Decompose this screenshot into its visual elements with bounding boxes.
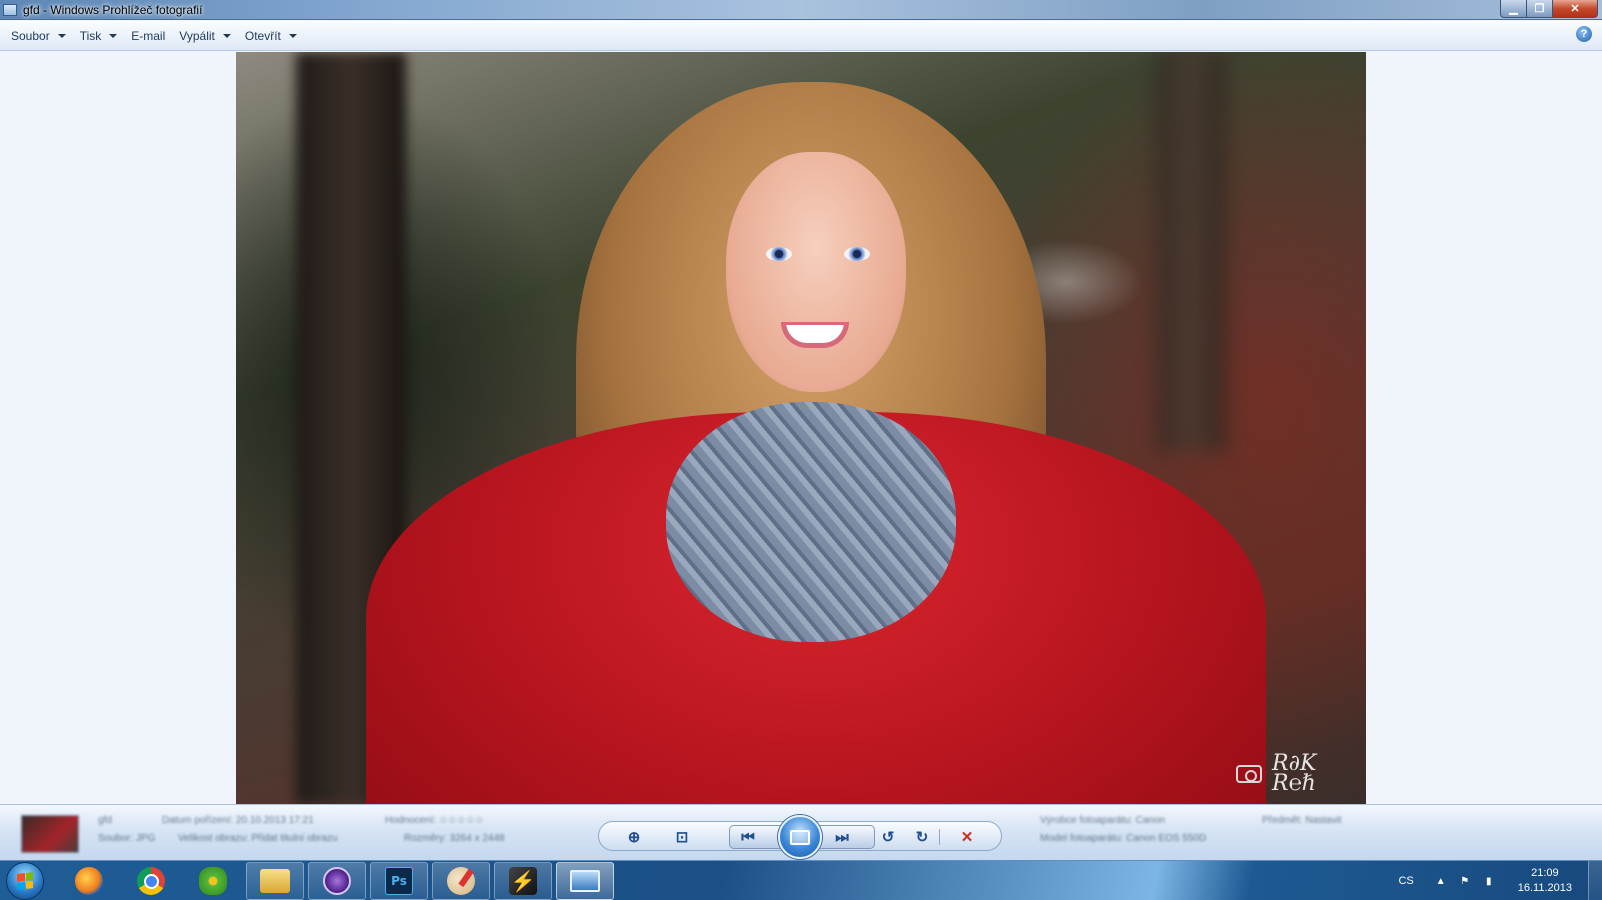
menu-tisk[interactable]: Tisk — [73, 25, 125, 47]
clock[interactable]: 21:09 16.11.2013 — [1518, 866, 1572, 896]
next-icon: ⏭ — [835, 828, 849, 846]
clock-time: 21:09 — [1531, 867, 1559, 879]
chevron-down-icon — [109, 33, 118, 38]
show-hidden-icons-icon[interactable]: ▲ — [1434, 874, 1448, 888]
meta-camera-model: Model fotoaparátu: Canon EOS 550D — [1040, 833, 1207, 844]
meta-camera-maker: Výrobce fotoaparátu: Canon — [1040, 815, 1166, 826]
chevron-down-icon — [288, 33, 297, 38]
minimize-button[interactable]: ▁ — [1500, 0, 1526, 18]
language-indicator[interactable]: CS — [1398, 875, 1413, 887]
close-button[interactable]: ✕ — [1552, 0, 1598, 18]
photo-canvas[interactable]: R∂K R℮ℏ — [0, 52, 1602, 804]
chevron-down-icon — [57, 33, 66, 38]
delete-button[interactable]: ✕ — [956, 826, 978, 848]
photo-eye-left — [766, 247, 792, 261]
menu-email-label: E-mail — [131, 28, 166, 43]
show-desktop-button[interactable] — [1588, 861, 1602, 900]
fit-window-icon: ⊡ — [675, 829, 689, 846]
paint-icon — [447, 867, 475, 895]
controls-divider — [939, 829, 940, 845]
delete-icon: ✕ — [960, 829, 974, 846]
rotate-right-icon: ↻ — [915, 829, 929, 846]
photo-face — [726, 152, 906, 392]
start-button[interactable] — [6, 862, 44, 900]
taskbar-chrome[interactable] — [122, 862, 180, 900]
photo-watermark: R∂K R℮ℏ — [1236, 751, 1352, 796]
taskbar-winamp[interactable]: ⚡ — [494, 862, 552, 900]
photo-thumbnail[interactable] — [21, 815, 79, 853]
rotate-left-button[interactable]: ↺ — [877, 826, 899, 848]
meta-date: Datum pořízení: 20.10.2013 17:21 — [162, 815, 314, 826]
system-tray: CS ▲ ⚑ ▮ 21:09 16.11.2013 — [1398, 861, 1602, 900]
maximize-button[interactable]: ❐ — [1526, 0, 1552, 18]
title-bar: gfd - Windows Prohlížeč fotografií ▁ ❐ ✕ — [0, 0, 1602, 20]
taskbar-photoshop[interactable]: Ps — [370, 862, 428, 900]
zoom-button[interactable]: ⊕ — [623, 826, 645, 848]
previous-button[interactable]: ⏮ — [737, 826, 759, 848]
meta-rating: Hodnocení: ☆☆☆☆☆ — [385, 815, 484, 826]
help-icon[interactable]: ? — [1576, 26, 1592, 42]
taskbar-explorer[interactable] — [246, 862, 304, 900]
previous-icon: ⏮ — [741, 828, 755, 846]
actual-size-button[interactable]: ⊡ — [671, 826, 693, 848]
slideshow-button[interactable] — [778, 815, 822, 859]
camera-icon — [1236, 765, 1262, 783]
slideshow-icon — [790, 829, 810, 845]
meta-dimensions: Rozměry: 3264 x 2448 — [404, 833, 505, 844]
winamp-icon: ⚡ — [509, 867, 537, 895]
folder-icon — [260, 869, 290, 893]
icq-icon — [199, 867, 227, 895]
pandion-icon — [323, 867, 351, 895]
photoshop-icon: Ps — [385, 867, 413, 895]
info-bar: gfd Datum pořízení: 20.10.2013 17:21 Hod… — [0, 804, 1602, 860]
taskbar: Ps ⚡ CS ▲ ⚑ ▮ 21:09 16.11.2013 — [0, 860, 1602, 900]
action-center-flag-icon[interactable]: ⚑ — [1458, 874, 1472, 888]
firefox-icon — [75, 867, 103, 895]
chevron-down-icon — [222, 33, 231, 38]
photo-tree-trunk-right — [1156, 52, 1226, 452]
photo-eye-right — [844, 247, 870, 261]
menu-vypalit[interactable]: Vypálit — [172, 25, 238, 47]
meta-title: Velikost obrazu: Přidat titulní obrazu — [178, 833, 338, 844]
taskbar-pandion[interactable] — [308, 862, 366, 900]
menu-vypalit-label: Vypálit — [179, 28, 215, 43]
window-controls: ▁ ❐ ✕ — [1500, 0, 1598, 18]
photo-scarf — [666, 402, 956, 642]
battery-icon[interactable]: ▮ — [1482, 874, 1496, 888]
taskbar-photo-viewer[interactable] — [556, 862, 614, 900]
taskbar-firefox[interactable] — [60, 862, 118, 900]
rotate-right-button[interactable]: ↻ — [911, 826, 933, 848]
meta-file-type: Soubor: JPG — [98, 833, 156, 844]
windows-logo-icon — [17, 872, 33, 890]
menu-bar: Soubor Tisk E-mail Vypálit Otevřít ? — [0, 21, 1602, 51]
menu-otevrit[interactable]: Otevřít — [238, 25, 304, 47]
taskbar-paint[interactable] — [432, 862, 490, 900]
menu-tisk-label: Tisk — [79, 28, 102, 43]
watermark-signature: R∂K R℮ℏ — [1272, 751, 1317, 796]
rotate-left-icon: ↺ — [881, 829, 895, 846]
chrome-icon — [137, 867, 165, 895]
window-title: gfd - Windows Prohlížeč fotografií — [23, 2, 203, 17]
taskbar-icq[interactable] — [184, 862, 242, 900]
menu-otevrit-label: Otevřít — [244, 28, 281, 43]
photo-viewer-app-icon — [3, 3, 17, 16]
photo: R∂K R℮ℏ — [236, 52, 1366, 804]
photo-viewer-icon — [570, 870, 600, 892]
clock-date: 16.11.2013 — [1517, 882, 1572, 894]
menu-email[interactable]: E-mail — [124, 25, 172, 47]
meta-subject: Předmět: Nastavit — [1262, 815, 1342, 826]
zoom-icon: ⊕ — [627, 829, 641, 846]
next-button[interactable]: ⏭ — [831, 826, 853, 848]
menu-soubor-label: Soubor — [11, 28, 50, 43]
file-name: gfd — [98, 815, 112, 826]
menu-soubor[interactable]: Soubor — [4, 25, 73, 47]
